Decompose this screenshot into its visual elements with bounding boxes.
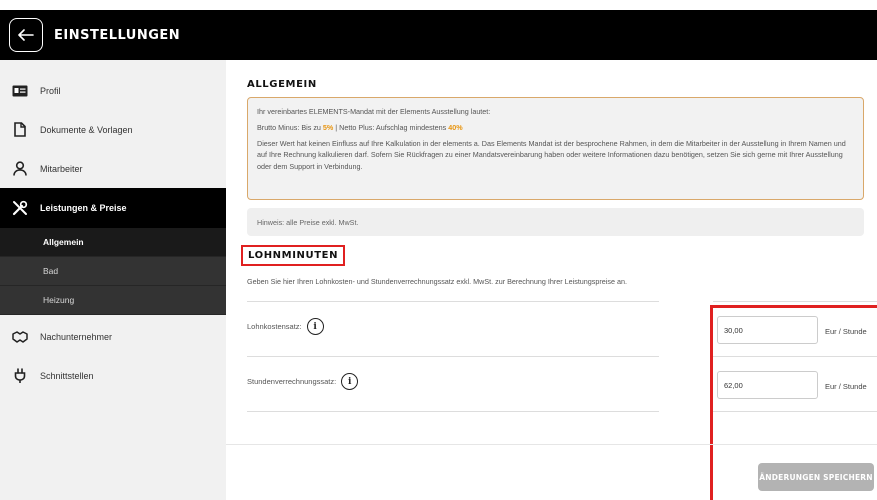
handshake-icon bbox=[10, 327, 30, 347]
mandate-info-box: Ihr vereinbartes ELEMENTS-Mandat mit der… bbox=[247, 97, 864, 200]
page-title: EINSTELLUNGEN bbox=[54, 27, 181, 43]
footer-divider bbox=[226, 444, 877, 445]
sidebar-subitem-allgemein[interactable]: Allgemein bbox=[0, 228, 226, 257]
plug-icon bbox=[10, 366, 30, 386]
sidebar-subitem-heizung[interactable]: Heizung bbox=[0, 286, 226, 315]
lohnminuten-description: Geben Sie hier Ihren Lohnkosten- und Stu… bbox=[247, 277, 627, 286]
info-rates: Brutto Minus: Bis zu 5% | Netto Plus: Au… bbox=[257, 122, 854, 133]
info-paragraph: Dieser Wert hat keinen Einfluss auf Ihre… bbox=[257, 139, 846, 171]
stundenverrechnungssatz-label: Stundenverrechnungssatz: bbox=[247, 377, 337, 386]
arrow-left-icon bbox=[18, 29, 34, 41]
netto-label: | Netto Plus: Aufschlag mindestens bbox=[333, 123, 449, 133]
info-line: Ihr vereinbartes ELEMENTS-Mandat mit der… bbox=[257, 107, 491, 116]
sidebar-item-profil[interactable]: Profil bbox=[0, 71, 226, 110]
sidebar-item-label: Schnittstellen bbox=[40, 370, 94, 381]
sidebar-item-label: Profil bbox=[40, 85, 61, 96]
stundenverrechnungssatz-row: Stundenverrechnungssatz: i bbox=[247, 373, 359, 390]
sidebar-subitem-bad[interactable]: Bad bbox=[0, 257, 226, 286]
sidebar-item-dokumente[interactable]: Dokumente & Vorlagen bbox=[0, 110, 226, 149]
sidebar-item-label: Mitarbeiter bbox=[40, 163, 83, 174]
netto-value: 40% bbox=[448, 123, 463, 133]
vat-hint: Hinweis: alle Preise exkl. MwSt. bbox=[247, 208, 864, 236]
sidebar-item-nachunternehmer[interactable]: Nachunternehmer bbox=[0, 317, 226, 356]
sidebar-item-label: Leistungen & Preise bbox=[40, 203, 127, 213]
sidebar-item-mitarbeiter[interactable]: Mitarbeiter bbox=[0, 149, 226, 188]
divider bbox=[713, 301, 877, 302]
id-card-icon bbox=[10, 81, 30, 101]
divider bbox=[247, 356, 659, 357]
sidebar-item-schnittstellen[interactable]: Schnittstellen bbox=[0, 356, 226, 395]
info-icon[interactable]: i bbox=[341, 373, 359, 390]
brutto-value: 5% bbox=[322, 123, 334, 133]
user-icon bbox=[10, 159, 30, 179]
lohnkostensatz-label: Lohnkostensatz: bbox=[247, 322, 302, 331]
lohnkostensatz-row: Lohnkostensatz: i bbox=[247, 318, 324, 335]
lohnminuten-title: LOHNMINUTEN bbox=[241, 245, 346, 266]
divider bbox=[247, 301, 659, 302]
section-title: ALLGEMEIN bbox=[247, 79, 317, 90]
top-bar: EINSTELLUNGEN bbox=[0, 10, 877, 60]
sidebar: Profil Dokumente & Vorlagen Mitarbeiter … bbox=[0, 60, 226, 500]
document-icon bbox=[10, 120, 30, 140]
tools-icon bbox=[10, 198, 30, 218]
save-changes-button[interactable]: ÄNDERUNGEN SPEICHERN bbox=[758, 463, 874, 491]
divider bbox=[247, 411, 659, 412]
sidebar-item-label: Nachunternehmer bbox=[40, 331, 113, 342]
brutto-label: Brutto Minus: Bis zu bbox=[257, 123, 323, 133]
sidebar-item-label: Dokumente & Vorlagen bbox=[40, 124, 133, 135]
back-button[interactable] bbox=[9, 18, 43, 52]
main-content: ALLGEMEIN Ihr vereinbartes ELEMENTS-Mand… bbox=[226, 60, 877, 500]
info-icon[interactable]: i bbox=[306, 318, 324, 335]
sidebar-item-leistungen[interactable]: Leistungen & Preise bbox=[0, 188, 226, 228]
